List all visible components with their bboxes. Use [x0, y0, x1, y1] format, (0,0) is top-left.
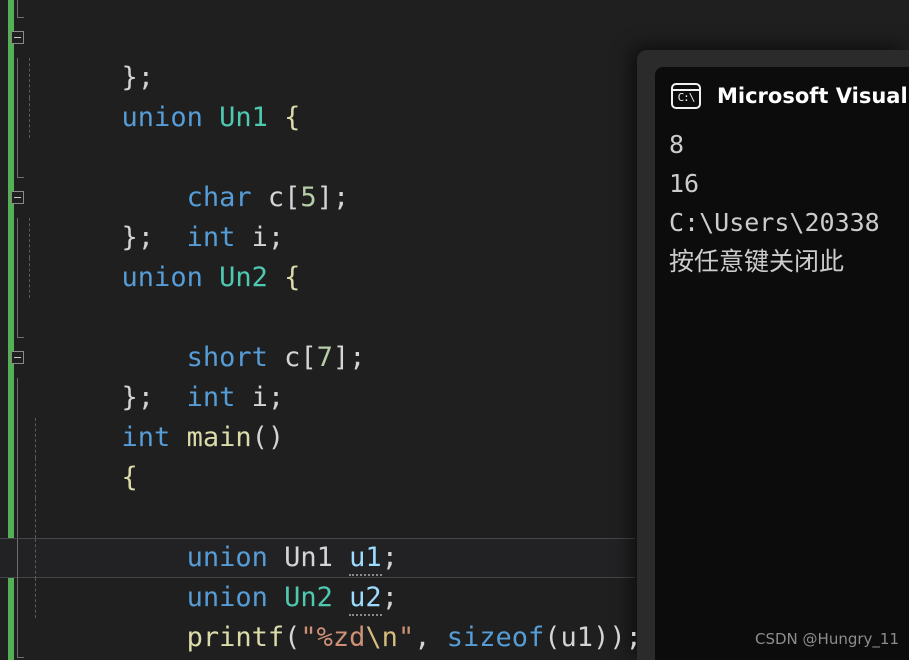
console-output-line: C:\Users\20338	[669, 208, 880, 237]
console-title-bar[interactable]: C:\ Microsoft Visual	[655, 67, 909, 125]
code-line[interactable]: union Un1 {	[0, 18, 660, 133]
indent-guide	[35, 458, 36, 498]
console-title: Microsoft Visual	[717, 84, 908, 108]
console-window[interactable]: C:\ Microsoft Visual 8 16 C:\Users\20338…	[637, 50, 909, 660]
block-structure-line	[17, 458, 18, 498]
cmd-prompt-icon-glyph: C:\	[677, 91, 696, 104]
code-line-text: union Un2 {	[121, 262, 301, 293]
code-line[interactable]: char c[5];	[0, 58, 660, 213]
block-structure-line	[17, 618, 24, 658]
code-line[interactable]: int i;	[0, 98, 660, 253]
block-structure-line	[17, 138, 24, 178]
block-structure-line	[17, 539, 18, 579]
code-lines-container[interactable]: }; union Un1 { char c[5]; int i; }; unio…	[0, 0, 660, 658]
indent-guide	[35, 539, 36, 579]
code-line[interactable]: };	[0, 0, 660, 93]
indent-guide	[35, 498, 36, 538]
block-structure-line	[17, 578, 18, 618]
code-line-text: union Un1 {	[121, 102, 301, 133]
code-line[interactable]: union Un1 u1;	[0, 418, 660, 576]
code-line[interactable]: };	[0, 298, 660, 413]
indent-guide	[29, 58, 30, 98]
code-line[interactable]: int i;	[0, 258, 660, 413]
block-structure-line	[17, 98, 18, 138]
fold-collapse-icon[interactable]	[11, 351, 24, 364]
code-line-text: short c[7];	[186, 342, 366, 373]
indent-guide	[35, 418, 36, 458]
indent-guide	[29, 258, 30, 298]
console-output-line: 8	[669, 130, 685, 159]
block-structure-line	[17, 218, 18, 258]
code-line-text: printf("%zd\n", sizeof(u1));	[186, 622, 642, 653]
code-line-text: };	[121, 382, 155, 413]
indent-guide	[29, 218, 30, 258]
code-line-text: union Un1 u1;	[122, 542, 398, 576]
console-output-line: 按任意键关闭此	[669, 247, 845, 276]
code-line-text: char c[5];	[186, 182, 350, 213]
code-line[interactable]: };	[0, 138, 660, 253]
block-structure-line	[17, 0, 24, 18]
console-output-line: 16	[669, 169, 700, 198]
block-structure-line	[17, 498, 18, 538]
block-structure-line	[17, 58, 18, 98]
block-structure-line	[17, 418, 18, 458]
code-line[interactable]: short c[7];	[0, 218, 660, 373]
block-structure-line	[17, 378, 18, 418]
fold-collapse-icon[interactable]	[11, 191, 24, 204]
code-line-text: union Un2 u2;	[122, 582, 398, 616]
cmd-prompt-icon: C:\	[671, 83, 701, 109]
block-structure-line	[17, 258, 18, 298]
block-structure-line	[17, 298, 24, 338]
fold-collapse-icon[interactable]	[11, 31, 24, 44]
console-output[interactable]: 8 16 C:\Users\20338 按任意键关闭此	[655, 125, 909, 660]
code-line-text: int main()	[121, 422, 285, 453]
code-line-text: {	[121, 462, 138, 493]
code-line-text: };	[121, 62, 155, 93]
code-line[interactable]: union Un2 u2;	[0, 458, 660, 616]
code-line-text: };	[121, 222, 155, 253]
code-line[interactable]: printf("%zd\n", sizeof(u1));	[0, 498, 660, 653]
watermark: CSDN @Hungry_11	[755, 630, 899, 648]
code-line[interactable]: {	[0, 378, 660, 493]
indent-guide	[29, 98, 30, 138]
indent-guide	[35, 578, 36, 618]
